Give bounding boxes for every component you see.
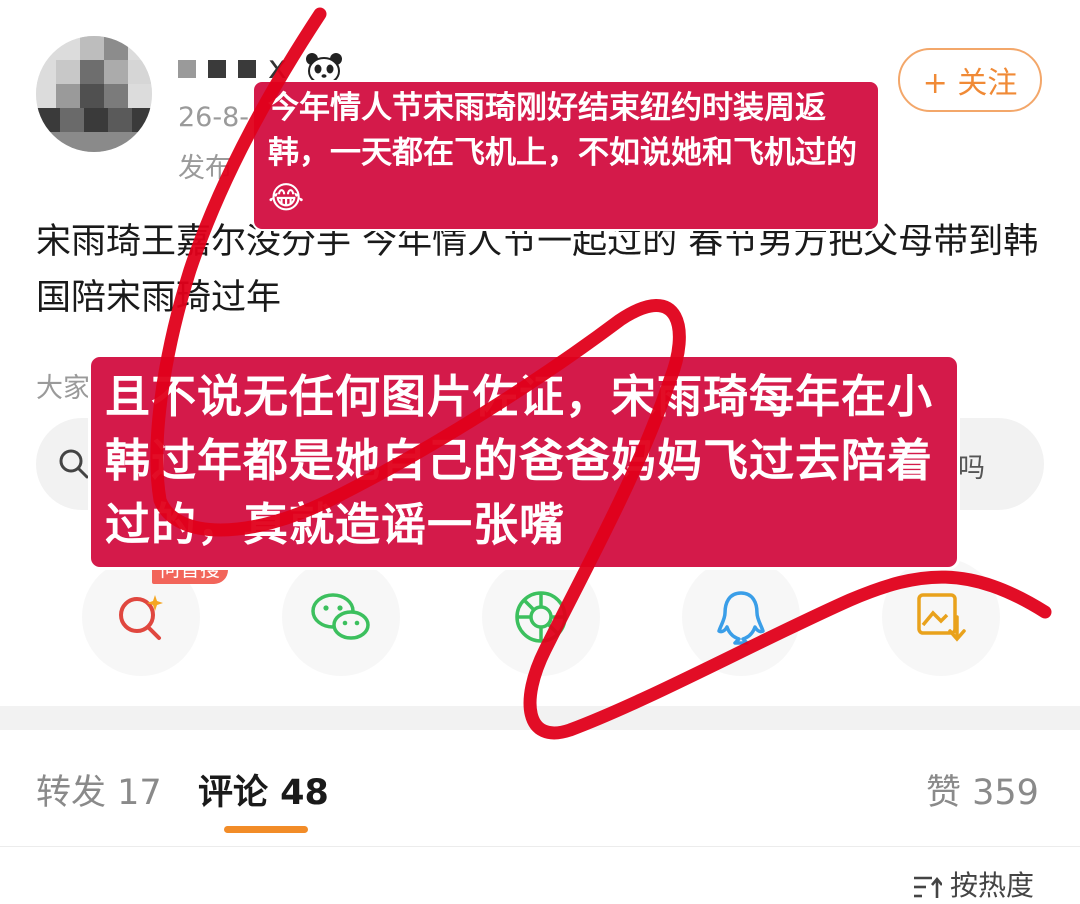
sort-by-heat-button[interactable]: 按热度 <box>912 864 1034 904</box>
qq-icon <box>717 591 765 645</box>
overlay-caption-1: 今年情人节宋雨琦刚好结束纽约时装周返韩，一天都在飞机上，不如说她和飞机过的😂 <box>252 80 880 231</box>
redacted-block <box>178 60 196 78</box>
post-source: 发布 <box>178 153 232 184</box>
search-text-tail: 吗 <box>958 453 985 484</box>
wechat-icon <box>311 593 370 640</box>
save-image-button[interactable] <box>882 558 1000 676</box>
share-wechat-button[interactable] <box>282 558 400 676</box>
search-icon <box>59 449 89 479</box>
redacted-block <box>208 60 226 78</box>
save-image-icon <box>917 593 966 642</box>
sort-label: 按热度 <box>950 869 1035 902</box>
tab-comments[interactable]: 评论 48 <box>198 764 329 815</box>
post-date: 26-8- <box>178 102 250 133</box>
follow-button[interactable]: + 关注 <box>898 48 1042 112</box>
section-divider <box>0 706 1080 730</box>
overlay-caption-2: 且不说无任何图片佐证，宋雨琦每年在小韩过年都是她自己的爸爸妈妈飞过去陪着过的，真… <box>88 354 960 570</box>
tab-divider <box>0 846 1080 847</box>
search-hint: 大家 <box>36 373 90 404</box>
moments-icon <box>515 591 567 643</box>
active-tab-indicator <box>224 826 308 833</box>
share-moments-button[interactable] <box>482 558 600 676</box>
tab-likes[interactable]: 赞 359 <box>926 764 1039 815</box>
avatar[interactable] <box>36 36 152 152</box>
sort-icon <box>914 876 943 898</box>
redacted-block <box>238 60 256 78</box>
tab-repost[interactable]: 转发 17 <box>36 764 162 815</box>
share-qq-button[interactable] <box>682 558 800 676</box>
ai-search-icon <box>119 595 163 640</box>
